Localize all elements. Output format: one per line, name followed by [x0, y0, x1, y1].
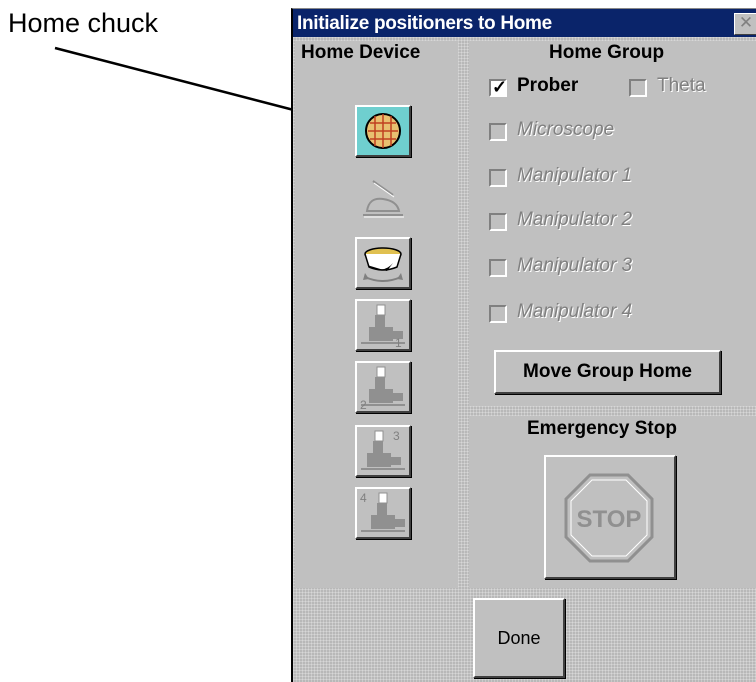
microscope-label: Microscope: [517, 119, 615, 140]
emergency-stop-button[interactable]: STOP: [544, 455, 676, 579]
manipulator-number: 4: [360, 491, 367, 505]
theta-checkbox[interactable]: [629, 79, 647, 97]
check-icon: ✓: [492, 77, 508, 97]
prober-checkbox[interactable]: ✓: [489, 77, 508, 97]
home-group-header: Home Group: [549, 42, 665, 63]
dialog-client: Home Device 1 2 3 4 Home Group ✓ Prober …: [293, 37, 756, 682]
theta-label: Theta: [657, 75, 706, 96]
home-device-panel: Home Device 1 2 3 4: [295, 41, 458, 588]
stop-text: STOP: [577, 506, 642, 533]
home-microscope-button[interactable]: [355, 171, 411, 223]
dialog-title: Initialize positioners to Home: [297, 13, 552, 34]
manipulator-number: 1: [395, 336, 402, 349]
manipulator-2-checkbox[interactable]: [489, 213, 507, 231]
manipulator-icon: 1: [361, 304, 405, 349]
theta-platen-icon: [363, 247, 403, 282]
emergency-stop-panel: Emergency Stop STOP: [469, 416, 756, 588]
move-group-home-button[interactable]: Move Group Home: [494, 350, 721, 394]
initialize-dialog: Initialize positioners to Home ✕ Home De…: [291, 8, 756, 682]
manipulator-number: 3: [393, 429, 400, 443]
prober-label: Prober: [517, 75, 579, 96]
stop-sign-icon: STOP: [564, 473, 654, 563]
manipulator-4-checkbox[interactable]: [489, 305, 507, 323]
manipulator-icon: 4: [360, 491, 405, 532]
manipulator-3-label: Manipulator 3: [517, 255, 633, 276]
close-button[interactable]: ✕: [734, 13, 756, 35]
microscope-checkbox[interactable]: [489, 123, 507, 141]
home-manipulator-3-button[interactable]: 3: [355, 425, 411, 477]
home-theta-button[interactable]: [355, 237, 411, 289]
home-manipulator-2-button[interactable]: 2: [355, 361, 411, 413]
emergency-stop-header: Emergency Stop: [527, 418, 677, 439]
callout-label: Home chuck: [8, 8, 159, 38]
manipulator-4-label: Manipulator 4: [517, 301, 633, 322]
home-manipulator-1-button[interactable]: 1: [355, 299, 411, 351]
manipulator-1-label: Manipulator 1: [517, 165, 633, 186]
home-group-panel: Home Group ✓ Prober Theta Microscope Man…: [469, 41, 756, 406]
manipulator-icon: 2: [360, 366, 405, 411]
manipulator-2-label: Manipulator 2: [517, 209, 633, 230]
manipulator-3-checkbox[interactable]: [489, 259, 507, 277]
manipulator-icon: 3: [361, 429, 405, 470]
home-chuck-button[interactable]: [355, 105, 411, 157]
manipulator-1-checkbox[interactable]: [489, 169, 507, 187]
microscope-icon: [363, 180, 404, 218]
title-bar: Initialize positioners to Home ✕: [293, 9, 756, 37]
manipulator-number: 2: [360, 398, 367, 411]
home-device-header: Home Device: [301, 42, 421, 63]
done-button[interactable]: Done: [473, 598, 565, 678]
home-manipulator-4-button[interactable]: 4: [355, 487, 411, 539]
wafer-chuck-icon: [365, 113, 401, 149]
